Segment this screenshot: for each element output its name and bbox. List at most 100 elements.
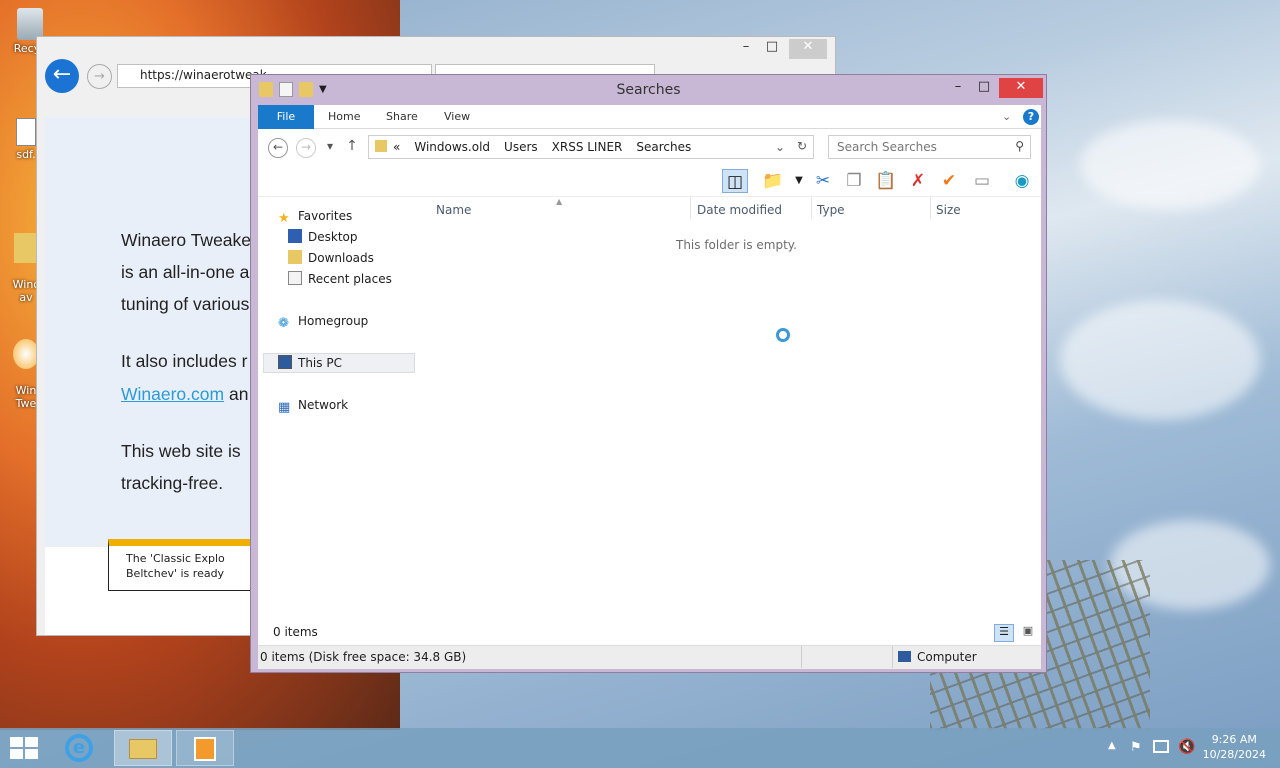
navigation-bar: ← → ▾ ↑ « Windows.old Users XRSS LINER Searc… — [258, 129, 1041, 165]
computer-icon — [278, 355, 292, 369]
tab-share[interactable]: Share — [372, 105, 432, 129]
breadcrumb-overflow[interactable]: « — [393, 140, 400, 154]
nav-item-desktop[interactable]: Desktop — [288, 227, 358, 247]
delete-icon[interactable]: ✗ — [905, 169, 931, 193]
explorer-body: ★ Favorites Desktop Downloads Recent plac… — [258, 197, 1041, 621]
tab-view[interactable]: View — [430, 105, 484, 129]
status-divider — [892, 646, 893, 668]
details-view-icon[interactable]: ☰ — [994, 624, 1014, 642]
taskbar-file-explorer[interactable] — [114, 730, 172, 766]
sort-arrow-icon: ▲ — [556, 197, 563, 206]
large-icons-view-icon[interactable]: ▣ — [1018, 624, 1038, 642]
cut-icon[interactable]: ✂ — [810, 169, 836, 193]
column-date-modified[interactable]: Date modified — [697, 203, 782, 219]
show-hidden-icons[interactable]: ▲ — [1108, 740, 1116, 751]
folder-options-icon[interactable]: 📁 — [760, 169, 786, 193]
address-bar[interactable]: « Windows.old Users XRSS LINER Searches ⌄ ↻ — [368, 135, 814, 159]
column-type[interactable]: Type — [817, 203, 845, 219]
minimize-icon[interactable]: – — [945, 78, 971, 98]
refresh-icon[interactable]: ↻ — [797, 139, 807, 153]
paste-icon[interactable]: 📋 — [873, 169, 899, 193]
clock-date: 10/28/2024 — [1202, 748, 1266, 761]
status-divider — [801, 646, 802, 668]
close-icon[interactable]: ✕ — [789, 39, 827, 59]
back-icon[interactable]: ← — [268, 138, 288, 158]
details-status-bar: 0 items (Disk free space: 34.8 GB) Compu… — [258, 645, 1041, 669]
start-button[interactable] — [10, 737, 38, 759]
clock[interactable]: 9:26 AM 10/28/2024 — [1203, 732, 1266, 762]
column-size[interactable]: Size — [936, 203, 961, 219]
nav-item-downloads[interactable]: Downloads — [288, 248, 374, 268]
nav-item-this-pc[interactable]: This PC — [278, 353, 342, 373]
column-divider[interactable] — [930, 197, 931, 219]
expand-ribbon-icon[interactable]: ⌄ — [988, 105, 1025, 129]
ribbon-tabs: File Home Share View ⌄ ? — [258, 105, 1041, 129]
copy-icon[interactable]: ❐ — [841, 169, 867, 193]
empty-folder-message: This folder is empty. — [676, 238, 797, 252]
back-icon[interactable]: ← — [45, 59, 79, 93]
title-bar[interactable]: ▼ Searches – □ ✕ — [251, 75, 1046, 105]
windows-logo-icon — [10, 749, 23, 759]
up-icon[interactable]: ↑ — [342, 138, 362, 158]
nav-item-recent-places[interactable]: Recent places — [288, 269, 392, 289]
folder-icon — [14, 233, 38, 263]
windows-logo-icon — [25, 737, 38, 747]
search-input[interactable]: Search Searches ⚲ — [828, 135, 1031, 159]
taskbar-internet-explorer[interactable]: e — [50, 730, 108, 766]
disk-free-space: 0 items (Disk free space: 34.8 GB) — [260, 650, 467, 664]
downloads-folder-icon — [288, 250, 302, 264]
breadcrumb-xrss-liner[interactable]: XRSS LINER — [552, 140, 623, 154]
breadcrumb-searches[interactable]: Searches — [636, 140, 691, 154]
properties-check-icon[interactable]: ✔ — [936, 169, 962, 193]
media-player-icon — [194, 737, 216, 761]
preview-pane-icon[interactable]: ◫ — [722, 169, 748, 193]
ie-text: tracking-free. — [121, 473, 224, 493]
notification-toast[interactable]: The 'Classic Explo Beltchev' is ready — [108, 539, 268, 591]
recent-locations-icon[interactable]: ▾ — [320, 138, 340, 158]
maximize-icon[interactable]: □ — [971, 78, 997, 98]
windows-logo-icon — [10, 737, 23, 747]
status-location: Computer — [898, 650, 977, 664]
ie-text: Winaero Tweake — [121, 230, 252, 250]
breadcrumb-users[interactable]: Users — [504, 140, 538, 154]
navigation-pane: ★ Favorites Desktop Downloads Recent plac… — [258, 197, 418, 621]
maximize-icon[interactable]: □ — [757, 39, 787, 54]
file-list-header: Name ▲ Date modified Type Size — [428, 197, 1038, 221]
nav-item-favorites[interactable]: ★ Favorites — [278, 206, 352, 226]
wallpaper-cloud — [1080, 120, 1260, 210]
breadcrumb-windows-old[interactable]: Windows.old — [414, 140, 490, 154]
column-divider[interactable] — [690, 197, 691, 219]
chevron-down-icon[interactable]: ⌄ — [775, 140, 785, 154]
volume-muted-icon[interactable]: 🔇 — [1178, 739, 1195, 755]
star-icon: ★ — [278, 211, 290, 226]
tab-home[interactable]: Home — [314, 105, 374, 129]
item-count: 0 items — [273, 625, 318, 639]
search-placeholder: Search Searches — [837, 140, 937, 154]
forward-icon[interactable]: → — [296, 138, 316, 158]
taskbar-media-player[interactable] — [176, 730, 234, 766]
winaero-link[interactable]: Winaero.com — [121, 384, 224, 404]
rename-icon[interactable]: ▭ — [969, 169, 995, 193]
recent-places-icon — [288, 271, 302, 285]
chevron-down-icon[interactable]: ▼ — [786, 169, 812, 193]
nav-item-network[interactable]: ▦ Network — [278, 395, 348, 415]
help-icon[interactable]: ? — [1023, 109, 1039, 125]
column-name[interactable]: Name — [436, 203, 471, 219]
column-divider[interactable] — [811, 197, 812, 219]
ie-text: This web site is — [121, 441, 241, 461]
network-globe-icon[interactable]: ◉ — [1009, 169, 1035, 193]
ie-url: https://winaerotweak — [140, 68, 267, 82]
network-tray-icon[interactable] — [1153, 740, 1169, 753]
flag-icon[interactable]: ⚑ — [1130, 740, 1142, 755]
windows-logo-icon — [25, 749, 38, 759]
status-bar: 0 items ☰ ▣ — [258, 621, 1041, 645]
nav-item-homegroup[interactable]: ❁ Homegroup — [278, 311, 368, 331]
ie-text-with-link: Winaero.com an — [121, 384, 249, 404]
classic-toolbar: ◫ 📁 ▼ ✂ ❐ 📋 ✗ ✔ ▭ ◉ — [258, 165, 1041, 197]
ie-text: It also includes r — [121, 351, 248, 371]
file-explorer-icon — [129, 739, 157, 759]
explorer-window[interactable]: ▼ Searches – □ ✕ File Home Share View ⌄ … — [250, 74, 1047, 673]
forward-icon[interactable]: → — [87, 64, 112, 89]
close-icon[interactable]: ✕ — [999, 78, 1043, 98]
tab-file[interactable]: File — [258, 105, 314, 129]
